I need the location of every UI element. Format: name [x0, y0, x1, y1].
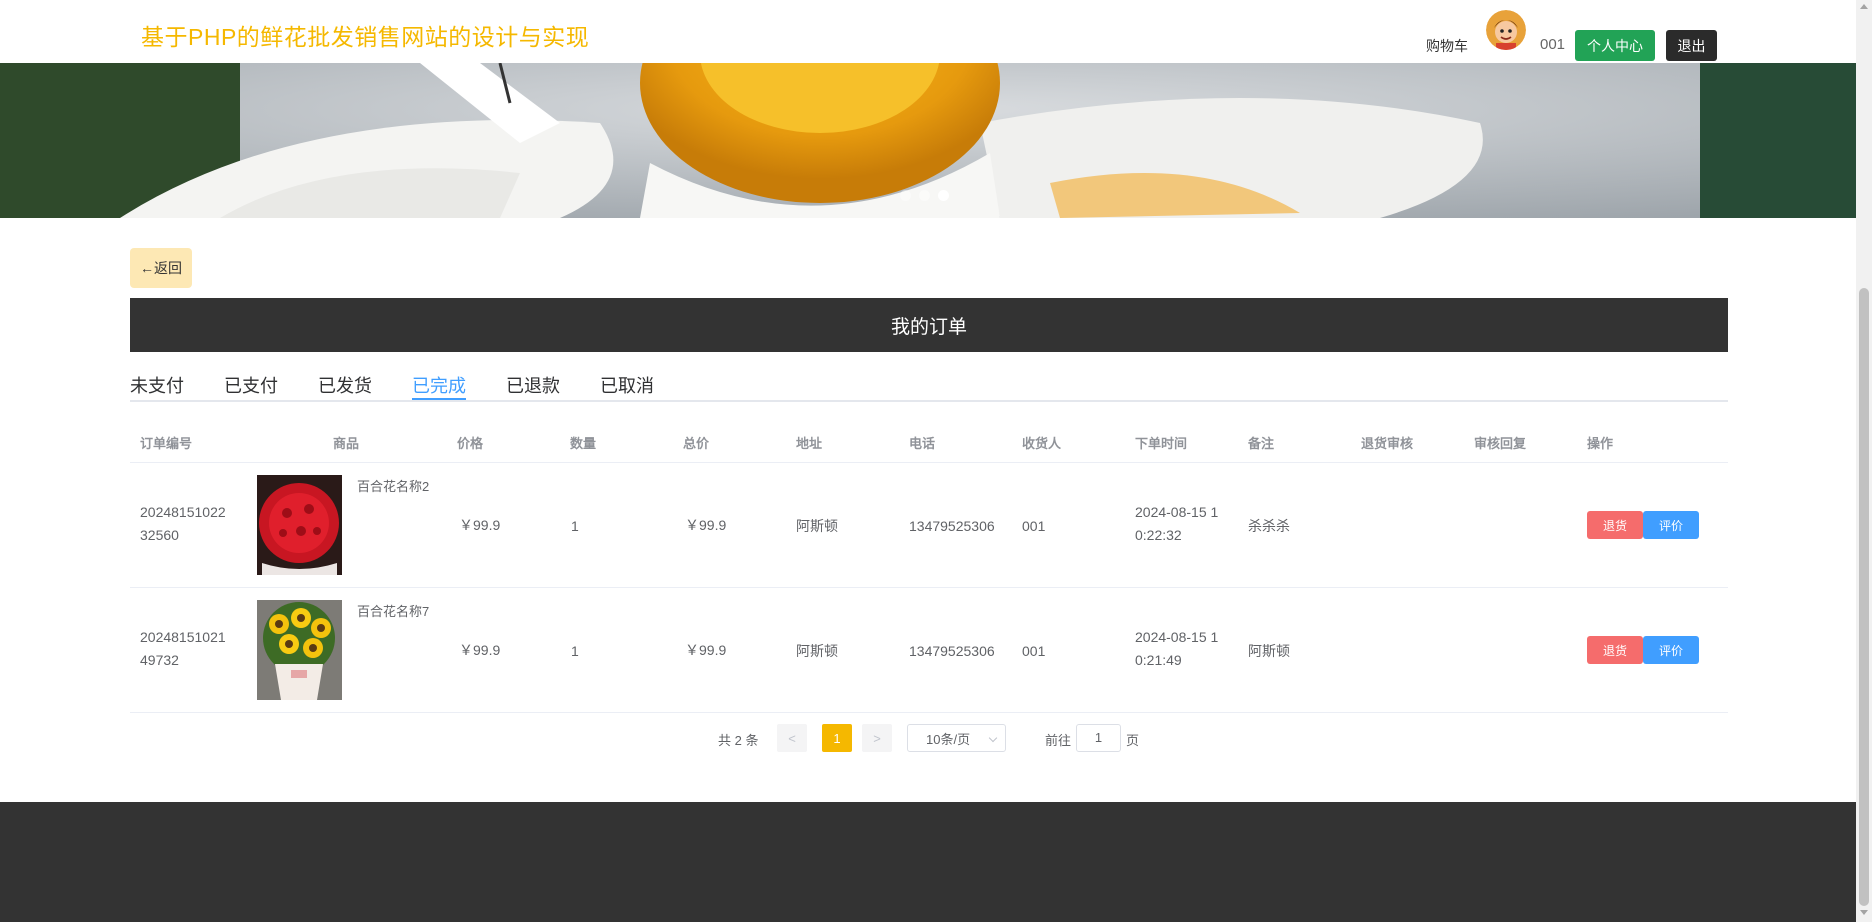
table-row: 20248151021 49732 百合花名称7 ￥99.9 1 ￥99.9 阿…	[130, 588, 1728, 713]
username-label: 001	[1540, 36, 1566, 53]
header-order-time: 下单时间	[1135, 436, 1188, 451]
next-page-button[interactable]: >	[862, 724, 892, 752]
header-phone: 电话	[909, 436, 936, 451]
top-navbar: 基于PHP的鲜花批发销售网站的设计与实现 购物车 001 个人中心 退出	[0, 0, 1856, 63]
price: ￥99.9	[459, 517, 501, 533]
carousel-dot[interactable]	[919, 190, 930, 201]
tab-shipped[interactable]: 已发货	[318, 372, 372, 402]
order-status-tabs: 未支付 已支付 已发货 已完成 已退款 已取消	[130, 366, 1728, 402]
cart-link[interactable]: 购物车	[1426, 36, 1468, 56]
price: ￥99.9	[459, 642, 501, 658]
product-name[interactable]: 百合花名称2	[357, 475, 429, 498]
order-time: 2024-08-15 1 0:21:49	[1135, 629, 1219, 668]
product-image[interactable]	[257, 475, 342, 575]
header-receiver: 收货人	[1022, 436, 1062, 451]
receiver: 001	[1022, 643, 1046, 659]
remark: 阿斯顿	[1248, 643, 1290, 659]
site-title[interactable]: 基于PHP的鲜花批发销售网站的设计与实现	[141, 18, 589, 52]
remark: 杀杀杀	[1248, 518, 1290, 534]
header-remark: 备注	[1248, 436, 1275, 451]
table-header: 订单编号 商品 价格 数量 总价 地址 电话 收货人 下单时间 备注 退货审核 …	[130, 416, 1728, 463]
header-quantity: 数量	[570, 436, 597, 451]
header-order-no: 订单编号	[140, 436, 193, 451]
scroll-down-arrow-icon[interactable]	[1860, 910, 1868, 915]
header-price: 价格	[457, 436, 484, 451]
page-size-value: 10条/页	[926, 731, 971, 747]
back-button[interactable]: ←返回	[130, 248, 192, 288]
quantity: 1	[571, 518, 579, 534]
pagination-total: 共 2 条	[718, 733, 759, 748]
phone: 13479525306	[909, 518, 995, 534]
header-product: 商品	[333, 436, 360, 451]
header-address: 地址	[796, 436, 823, 451]
product-name[interactable]: 百合花名称7	[357, 600, 429, 623]
user-avatar[interactable]	[1486, 10, 1526, 50]
goto-page-input[interactable]: 1	[1076, 724, 1121, 752]
header-total: 总价	[683, 436, 710, 451]
tab-unpaid[interactable]: 未支付	[130, 372, 184, 402]
carousel-dot-active[interactable]	[938, 190, 949, 201]
product-image[interactable]	[257, 600, 342, 700]
chevron-down-icon	[988, 733, 998, 743]
phone: 13479525306	[909, 643, 995, 659]
carousel-dot[interactable]	[900, 190, 911, 201]
header-audit-reply: 审核回复	[1474, 436, 1527, 451]
page-number-current[interactable]: 1	[822, 724, 852, 752]
logout-button[interactable]: 退出	[1666, 30, 1717, 61]
return-button[interactable]: 退货	[1587, 511, 1643, 539]
order-number: 20248151021 49732	[140, 629, 226, 668]
order-number: 20248151022 32560	[140, 504, 226, 543]
orders-table: 订单编号 商品 价格 数量 总价 地址 电话 收货人 下单时间 备注 退货审核 …	[130, 416, 1728, 713]
return-button[interactable]: 退货	[1587, 636, 1643, 664]
table-row: 20248151022 32560 百合花名称2 ￥99.9 1 ￥99.9 阿…	[130, 463, 1728, 588]
order-time: 2024-08-15 1 0:22:32	[1135, 504, 1219, 543]
header-actions: 操作	[1587, 436, 1614, 451]
section-title: 我的订单	[130, 298, 1728, 352]
carousel-indicators	[900, 190, 949, 201]
total: ￥99.9	[685, 642, 727, 658]
page-size-select[interactable]: 10条/页	[907, 724, 1006, 752]
quantity: 1	[571, 643, 579, 659]
address: 阿斯顿	[796, 518, 838, 534]
vertical-scrollbar[interactable]	[1856, 0, 1872, 922]
address: 阿斯顿	[796, 643, 838, 659]
active-tab-indicator	[412, 398, 466, 400]
tab-refunded[interactable]: 已退款	[506, 372, 560, 402]
goto-label: 前往	[1045, 733, 1072, 748]
tab-paid[interactable]: 已支付	[224, 372, 278, 402]
scrollbar-thumb[interactable]	[1859, 288, 1869, 906]
review-button[interactable]: 评价	[1643, 511, 1699, 539]
prev-page-button[interactable]: <	[777, 724, 807, 752]
review-button[interactable]: 评价	[1643, 636, 1699, 664]
page-footer	[0, 802, 1856, 922]
page-suffix-label: 页	[1126, 733, 1140, 748]
total: ￥99.9	[685, 517, 727, 533]
scroll-up-arrow-icon[interactable]	[1860, 4, 1868, 9]
header-return-audit: 退货审核	[1361, 436, 1414, 451]
tab-cancelled[interactable]: 已取消	[600, 372, 654, 402]
receiver: 001	[1022, 518, 1046, 534]
user-center-button[interactable]: 个人中心	[1575, 30, 1655, 61]
banner-carousel[interactable]	[0, 63, 1856, 218]
